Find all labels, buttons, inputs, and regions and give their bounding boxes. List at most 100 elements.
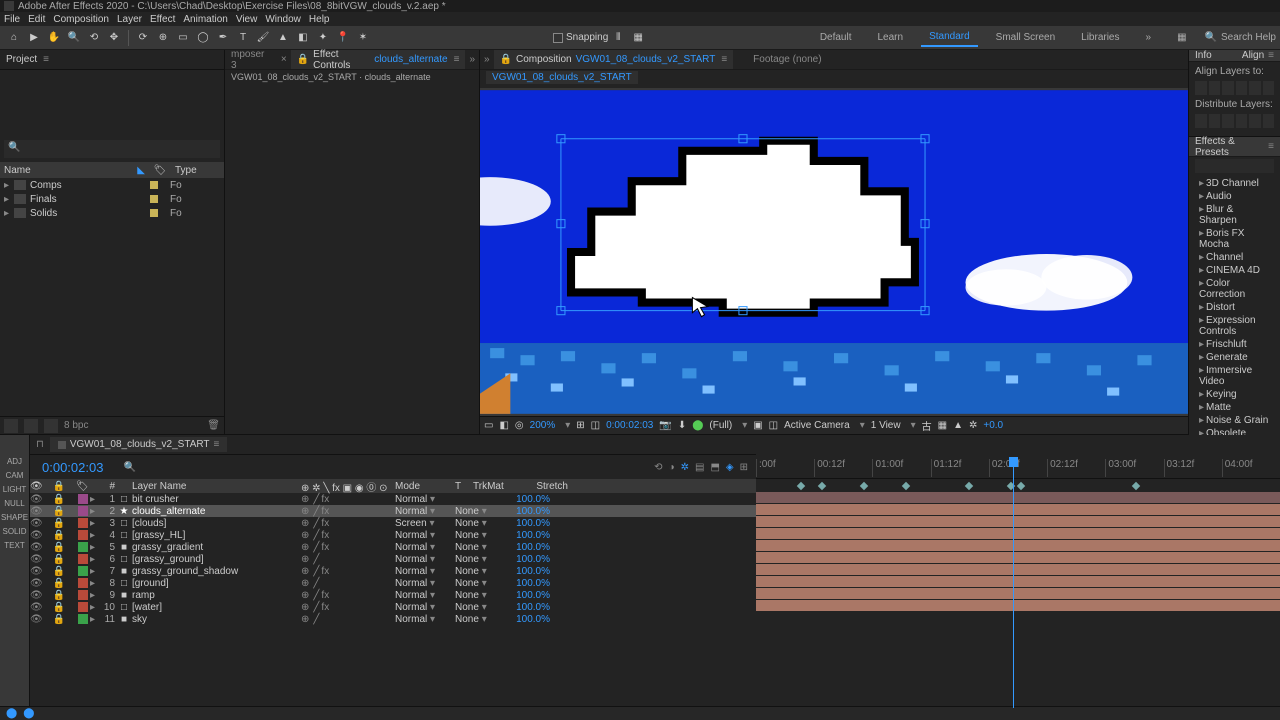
trash-icon[interactable]: 🗑	[207, 420, 220, 431]
rail-shape[interactable]: SHAPE	[1, 513, 28, 522]
vf-icon7[interactable]: ⬤	[692, 420, 703, 431]
workspace-default[interactable]: Default	[812, 29, 860, 46]
sb-icon2[interactable]: ⬤	[23, 708, 34, 719]
col-layer-name[interactable]: Layer Name	[130, 481, 295, 492]
info-tab[interactable]: Info	[1195, 50, 1212, 61]
comp-tab[interactable]: 🔒 Composition VGW01_08_clouds_v2_START ≡	[494, 50, 734, 69]
rail-light[interactable]: LIGHT	[3, 485, 27, 494]
layer-row[interactable]: 👁🔒▸5■grassy_gradient⊕╱fxNormal ▾None ▾10…	[30, 541, 756, 553]
tl-ctrl5-icon[interactable]: ⬒	[710, 462, 719, 473]
bpc-icon[interactable]: 8 bpc	[64, 420, 88, 431]
effect-category[interactable]: ▸Frischluft	[1189, 338, 1280, 351]
ec-tab-active[interactable]: 🔒 Effect Controls clouds_alternate ≡	[291, 50, 466, 69]
interpret-icon[interactable]	[4, 419, 18, 433]
col-label-icon[interactable]: 🏷	[145, 165, 175, 176]
effect-category[interactable]: ▸Generate	[1189, 351, 1280, 364]
align-right-icon[interactable]	[1222, 81, 1234, 95]
menu-window[interactable]: Window	[265, 14, 301, 25]
menu-layer[interactable]: Layer	[117, 14, 142, 25]
vf-icon11[interactable]: ▦	[938, 420, 947, 431]
star-tool-icon[interactable]: ✶	[354, 29, 372, 47]
playhead[interactable]	[1013, 459, 1014, 708]
vf-icon3[interactable]: ◎	[515, 420, 524, 431]
effect-category[interactable]: ▸Color Correction	[1189, 277, 1280, 301]
comp-more-left-icon[interactable]: »	[480, 54, 494, 65]
effect-category[interactable]: ▸CINEMA 4D	[1189, 264, 1280, 277]
vf-icon10[interactable]: 古	[922, 418, 932, 433]
effect-category[interactable]: ▸Immersive Video	[1189, 364, 1280, 388]
layer-row[interactable]: 👁🔒▸6□[grassy_ground]⊕╱Normal ▾None ▾100.…	[30, 553, 756, 565]
layer-row[interactable]: 👁🔒▸9■ramp⊕╱fxNormal ▾None ▾100.0%	[30, 589, 756, 601]
col-switches[interactable]: ⊕ ✲ ╲ fx ▣ ◉ ⓪ ⊙	[295, 479, 395, 494]
tl-ctrl7-icon[interactable]: ⊞	[740, 462, 748, 473]
new-folder-icon[interactable]	[24, 419, 38, 433]
tl-ctrl2-icon[interactable]: ◑	[669, 462, 675, 473]
vf-icon12[interactable]: ▲	[953, 420, 963, 431]
new-comp-icon[interactable]	[44, 419, 58, 433]
col-trkmat[interactable]: TrkMat	[473, 481, 523, 492]
col-collapse-icon[interactable]: ◣	[137, 165, 145, 176]
col-t[interactable]: T	[455, 481, 473, 492]
eraser-tool-icon[interactable]: ◧	[294, 29, 312, 47]
current-time[interactable]: 0:00:02:03	[606, 420, 653, 431]
puppet-tool-icon[interactable]: 📍	[334, 29, 352, 47]
stamp-tool-icon[interactable]: ▲	[274, 29, 292, 47]
align-vcenter-icon[interactable]	[1249, 81, 1261, 95]
workspace-learn[interactable]: Learn	[870, 29, 912, 46]
align-bottom-icon[interactable]	[1263, 81, 1275, 95]
col-type[interactable]: Type	[175, 165, 220, 176]
composition-viewer[interactable]	[480, 88, 1188, 416]
menu-view[interactable]: View	[236, 14, 258, 25]
pen-tool-icon[interactable]: ✒	[214, 29, 232, 47]
vf-icon2[interactable]: ◧	[499, 420, 508, 431]
zoom-tool-icon[interactable]: 🔍	[65, 29, 83, 47]
timeline-ruler[interactable]: :00f00:12f01:00f01:12f02:00f02:12f03:00f…	[756, 435, 1280, 479]
rail-null[interactable]: NULL	[4, 499, 24, 508]
effect-category[interactable]: ▸Noise & Grain	[1189, 414, 1280, 427]
workspace-grid-icon[interactable]: ▦	[1169, 29, 1194, 46]
exposure[interactable]: +0.0	[983, 420, 1003, 431]
ellipse-tool-icon[interactable]: ◯	[194, 29, 212, 47]
dist-6-icon[interactable]	[1263, 114, 1275, 128]
type-tool-icon[interactable]: T	[234, 29, 252, 47]
project-row[interactable]: ▸SolidsFo	[0, 206, 224, 220]
align-top-icon[interactable]	[1236, 81, 1248, 95]
col-lock-icon[interactable]: 🔒	[42, 481, 76, 492]
col-stretch[interactable]: Stretch	[523, 481, 568, 492]
camera-tool-icon[interactable]: ✥	[105, 29, 123, 47]
rail-solid[interactable]: SOLID	[2, 527, 26, 536]
effect-category[interactable]: ▸Expression Controls	[1189, 314, 1280, 338]
vf-icon5[interactable]: ◫	[591, 420, 600, 431]
snapshot-icon[interactable]: 📷	[659, 420, 671, 431]
zoom-level[interactable]: 200%	[530, 420, 556, 431]
vf-icon13[interactable]: ✲	[969, 420, 977, 431]
tl-search-icon[interactable]: 🔍	[123, 462, 135, 473]
menu-help[interactable]: Help	[309, 14, 330, 25]
timeline-tab[interactable]: VGW01_08_clouds_v2_START ≡	[50, 437, 228, 452]
ep-menu-icon[interactable]: ≡	[1268, 141, 1274, 152]
timeline-tracks-area[interactable]: :00f00:12f01:00f01:12f02:00f02:12f03:00f…	[756, 435, 1280, 720]
effect-category[interactable]: ▸Matte	[1189, 401, 1280, 414]
snap-opt1-icon[interactable]: ⫴	[609, 29, 627, 47]
align-left-icon[interactable]	[1195, 81, 1207, 95]
brush-tool-icon[interactable]: 🖌	[254, 29, 272, 47]
comp-sub-tab[interactable]: VGW01_08_clouds_v2_START	[486, 71, 638, 84]
rail-cam[interactable]: CAM	[6, 471, 24, 480]
effect-category[interactable]: ▸Distort	[1189, 301, 1280, 314]
dist-4-icon[interactable]	[1236, 114, 1248, 128]
selection-tool-icon[interactable]: ▶	[25, 29, 43, 47]
menu-file[interactable]: File	[4, 14, 20, 25]
effect-category[interactable]: ▸Boris FX Mocha	[1189, 227, 1280, 251]
anchor-tool-icon[interactable]: ⊕	[154, 29, 172, 47]
effect-category[interactable]: ▸Audio	[1189, 190, 1280, 203]
current-time-display[interactable]: 0:00:02:03	[42, 460, 103, 475]
col-mode[interactable]: Mode	[395, 481, 455, 492]
tl-tab-menu-icon[interactable]: ≡	[214, 439, 220, 450]
snap-opt2-icon[interactable]: ▦	[629, 29, 647, 47]
effects-presets-tab[interactable]: Effects & Presets	[1195, 136, 1268, 158]
tl-ctrl3-icon[interactable]: ✲	[681, 462, 689, 473]
view-count[interactable]: 1 View	[871, 420, 901, 431]
resolution[interactable]: (Full)	[709, 420, 732, 431]
col-num[interactable]: #	[100, 481, 118, 492]
effects-search-input[interactable]	[1195, 159, 1274, 173]
